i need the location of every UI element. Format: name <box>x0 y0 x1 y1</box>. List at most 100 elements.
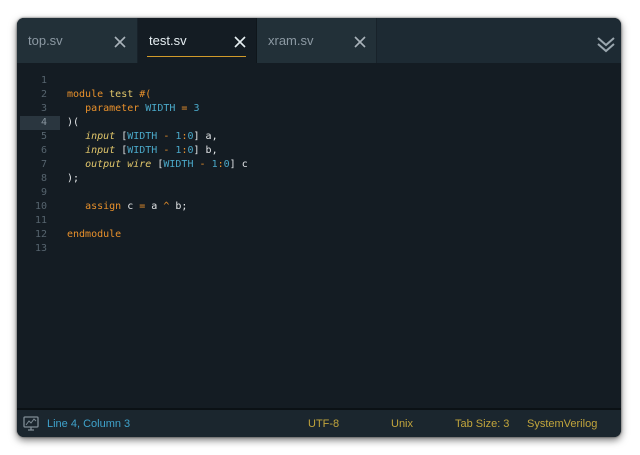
encoding-indicator[interactable]: UTF-8 <box>308 418 339 430</box>
code-line[interactable]: 5 input [WIDTH - 1:0] a, <box>17 130 621 144</box>
code-line[interactable]: 3 parameter WIDTH = 3 <box>17 102 621 116</box>
code-line[interactable]: 2 module test #( <box>17 88 621 102</box>
line-number: 1 <box>40 75 47 86</box>
code-token: a <box>145 201 164 212</box>
status-bar: Line 4, Column 3 UTF-8 Unix Tab Size: 3 … <box>17 408 621 437</box>
code-line[interactable]: 10 assign c = a ^ b; <box>17 200 621 214</box>
line-number: 6 <box>40 145 47 156</box>
line-gutter: 1 <box>20 74 60 88</box>
tab-test-sv[interactable]: test.sv <box>138 18 257 63</box>
code-token: assign <box>85 201 122 212</box>
tab-size-indicator[interactable]: Tab Size: 3 <box>455 418 509 430</box>
line-gutter: 9 <box>20 186 60 200</box>
code-token: [ <box>115 131 128 142</box>
line-code: input [WIDTH - 1:0] a, <box>67 130 218 144</box>
code-token: c <box>121 201 140 212</box>
line-code: )( <box>67 116 79 130</box>
line-code: endmodule <box>67 228 121 242</box>
code-line[interactable]: 1 <box>17 74 621 88</box>
code-token: ] b, <box>193 145 218 156</box>
code-token: [ <box>115 145 128 156</box>
tab-label: top.sv <box>28 33 63 48</box>
line-number: 2 <box>40 89 47 100</box>
code-token: endmodule <box>67 229 122 240</box>
code-token: )( <box>67 117 80 128</box>
code-token: b; <box>169 201 188 212</box>
code-line[interactable]: 9 <box>17 186 621 200</box>
cursor-position[interactable]: Line 4, Column 3 <box>47 418 130 430</box>
line-number: 13 <box>34 243 47 254</box>
double-chevron-down-icon[interactable] <box>596 36 616 54</box>
code-token: WIDTH <box>127 131 158 142</box>
line-number: 12 <box>34 229 47 240</box>
line-gutter: 4 <box>20 116 60 130</box>
code-token: #( <box>139 89 152 100</box>
tab-label: test.sv <box>149 33 187 48</box>
code-token: WIDTH <box>163 159 194 170</box>
monitor-icon[interactable] <box>23 416 39 431</box>
active-tab-indicator <box>147 56 246 57</box>
code-token: ] c <box>229 159 248 170</box>
editor-window: top.sv test.sv xram.sv 1 2 module test #( <box>17 18 621 437</box>
line-code: ); <box>67 172 79 186</box>
line-gutter: 10 <box>20 200 60 214</box>
line-number: 10 <box>34 201 47 212</box>
code-line[interactable]: 13 <box>17 242 621 256</box>
language-mode-indicator[interactable]: SystemVerilog <box>527 418 597 430</box>
line-number: 5 <box>40 131 47 142</box>
close-icon[interactable] <box>234 35 246 48</box>
line-code: output wire [WIDTH - 1:0] c <box>67 158 248 172</box>
line-code: parameter WIDTH = 3 <box>67 102 200 116</box>
line-number: 3 <box>40 103 47 114</box>
line-number: 9 <box>40 187 47 198</box>
line-gutter: 3 <box>20 102 60 116</box>
code-token: output <box>85 159 122 170</box>
code-line[interactable]: 4 )( <box>17 116 621 130</box>
line-code: assign c = a ^ b; <box>67 200 187 214</box>
code-line[interactable]: 7 output wire [WIDTH - 1:0] c <box>17 158 621 172</box>
code-editor[interactable]: 1 2 module test #(3 parameter WIDTH = 3 4)(… <box>17 63 621 408</box>
tab-bar: top.sv test.sv xram.sv <box>17 18 621 63</box>
code-token: test <box>109 89 134 100</box>
code-token: WIDTH <box>127 145 158 156</box>
tab-top-sv[interactable]: top.sv <box>17 18 138 63</box>
code-token: ] a, <box>193 131 218 142</box>
line-gutter: 12 <box>20 228 60 242</box>
code-token: parameter <box>85 103 140 114</box>
line-number: 4 <box>40 117 47 128</box>
close-icon[interactable] <box>354 35 366 48</box>
code-token: input <box>85 131 116 142</box>
line-gutter: 7 <box>20 158 60 172</box>
code-token: WIDTH <box>145 103 176 114</box>
line-gutter: 2 <box>20 88 60 102</box>
line-number: 11 <box>34 215 47 226</box>
code-line[interactable]: 6 input [WIDTH - 1:0] b, <box>17 144 621 158</box>
line-endings-indicator[interactable]: Unix <box>391 418 413 430</box>
line-gutter: 6 <box>20 144 60 158</box>
line-code: input [WIDTH - 1:0] b, <box>67 144 218 158</box>
code-token: wire <box>127 159 152 170</box>
code-line[interactable]: 8); <box>17 172 621 186</box>
line-number: 7 <box>40 159 47 170</box>
line-code: module test #( <box>67 88 151 102</box>
tab-xram-sv[interactable]: xram.sv <box>257 18 377 63</box>
tab-label: xram.sv <box>268 33 314 48</box>
code-token: input <box>85 145 116 156</box>
code-token: module <box>67 89 104 100</box>
code-token: [ <box>151 159 164 170</box>
code-line[interactable]: 11 <box>17 214 621 228</box>
close-icon[interactable] <box>114 35 126 48</box>
line-gutter: 13 <box>20 242 60 256</box>
code-line[interactable]: 12 endmodule <box>17 228 621 242</box>
line-gutter: 11 <box>20 214 60 228</box>
line-gutter: 5 <box>20 130 60 144</box>
code-token: ); <box>67 173 80 184</box>
code-token: 3 <box>193 103 200 114</box>
line-number: 8 <box>40 173 47 184</box>
line-gutter: 8 <box>20 172 60 186</box>
